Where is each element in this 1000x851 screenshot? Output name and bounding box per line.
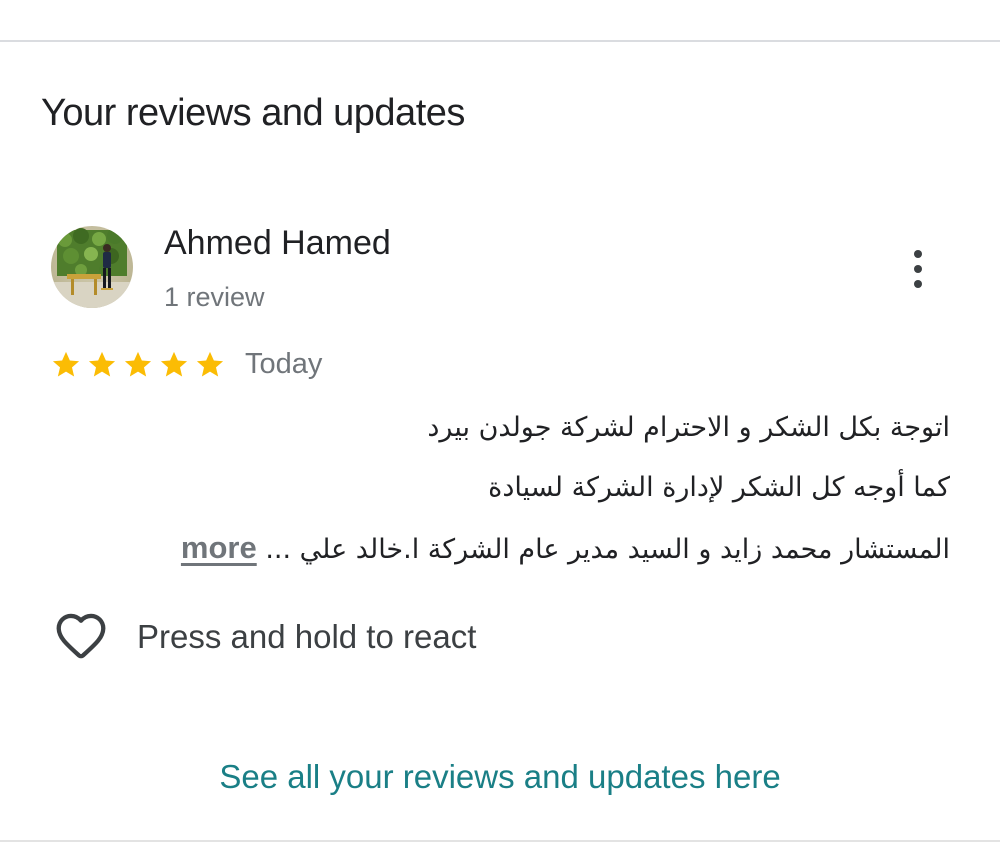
avatar[interactable] <box>51 226 133 308</box>
review-line: كما أوجه كل الشكر لإدارة الشركة لسيادة <box>488 472 950 503</box>
kebab-dot <box>914 265 922 273</box>
avatar-image <box>51 226 133 308</box>
star-icon <box>160 351 188 377</box>
review-line: اتوجة بكل الشكر و الاحترام لشركة جولدن ب… <box>427 412 950 443</box>
bottom-divider <box>0 840 1000 842</box>
review-text: اتوجة بكل الشكر و الاحترام لشركة جولدن ب… <box>80 405 950 585</box>
review-date: Today <box>245 348 323 380</box>
react-button[interactable]: Press and hold to react <box>53 612 476 662</box>
section-title: Your reviews and updates <box>41 92 465 134</box>
review-line: المستشار محمد زايد و السيد مدير عام الشر… <box>80 525 950 585</box>
star-icon <box>88 351 116 377</box>
star-icon <box>52 351 80 377</box>
review-line-text: المستشار محمد زايد و السيد مدير عام الشر… <box>265 534 950 565</box>
author-review-count: 1 review <box>164 282 265 312</box>
more-link[interactable]: more <box>181 530 257 565</box>
react-label: Press and hold to react <box>137 618 477 655</box>
kebab-dot <box>914 280 922 288</box>
more-vert-icon[interactable] <box>896 244 940 294</box>
heart-outline-icon <box>53 610 109 665</box>
star-icon <box>124 351 152 377</box>
see-all-reviews-link[interactable]: See all your reviews and updates here <box>0 758 1000 796</box>
kebab-dot <box>914 250 922 258</box>
star-rating <box>50 347 226 383</box>
author-name[interactable]: Ahmed Hamed <box>164 224 391 263</box>
top-divider <box>0 40 1000 42</box>
star-icon <box>196 351 224 377</box>
